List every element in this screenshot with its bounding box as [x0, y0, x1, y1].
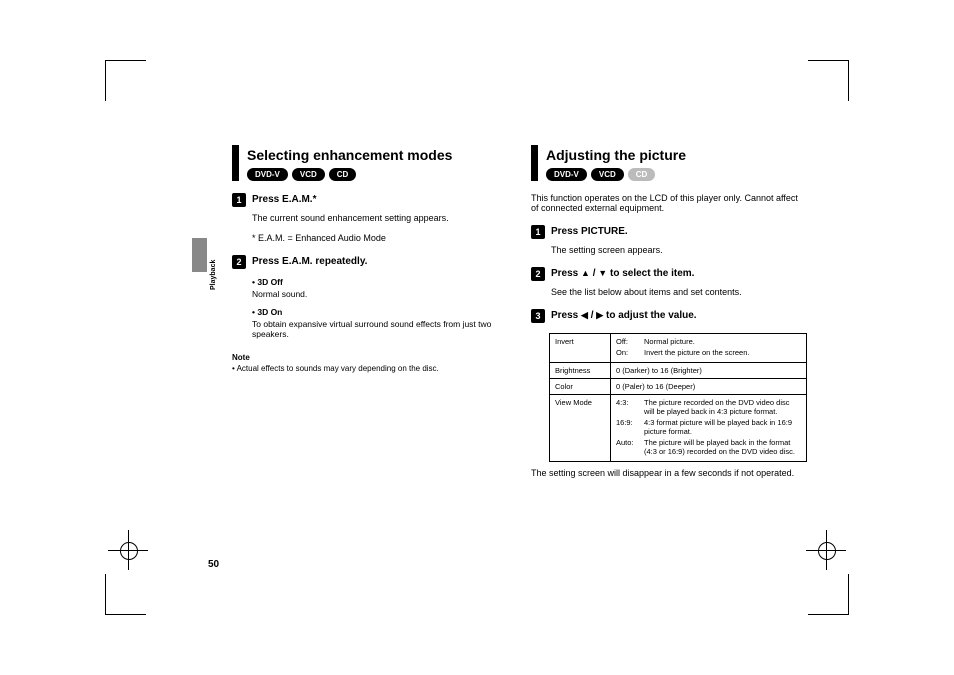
crop-mark-icon [808, 60, 849, 101]
table-key: Brightness [550, 363, 611, 379]
manual-page: Playback Selecting enhancement modes DVD… [0, 0, 954, 675]
intro-text: This function operates on the LCD of thi… [531, 193, 807, 213]
table-value: 0 (Paler) to 16 (Deeper) [611, 379, 807, 395]
step-number-icon: 1 [531, 225, 545, 239]
section-label: Playback [210, 260, 217, 290]
step-text: The current sound enhancement setting ap… [252, 213, 501, 223]
bullet-text: To obtain expansive virtual surround sou… [252, 319, 501, 339]
table-value: 4:3:The picture recorded on the DVD vide… [611, 395, 807, 462]
footnote-text: * E.A.M. = Enhanced Audio Mode [252, 233, 501, 243]
left-column: Selecting enhancement modes DVD-V VCD CD… [232, 145, 501, 478]
registration-mark-icon [118, 540, 138, 560]
step-heading: Press E.A.M.* [252, 193, 316, 205]
step-number-icon: 3 [531, 309, 545, 323]
right-arrow-icon: ▶ [596, 310, 603, 321]
crop-mark-icon [105, 60, 146, 101]
format-badge: VCD [591, 168, 624, 181]
crop-mark-icon [105, 574, 146, 615]
table-value: 0 (Darker) to 16 (Brighter) [611, 363, 807, 379]
settings-table: Invert Off:Normal picture. On:Invert the… [549, 333, 807, 462]
step-text: The setting screen appears. [551, 245, 807, 255]
bullet-heading: • 3D On [252, 307, 501, 317]
section-tab [192, 238, 207, 272]
format-badge: DVD-V [546, 168, 587, 181]
left-arrow-icon: ◀ [581, 310, 588, 321]
bullet-text: Normal sound. [252, 289, 501, 299]
note-text: • Actual effects to sounds may vary depe… [232, 364, 501, 373]
table-key: View Mode [550, 395, 611, 462]
table-key: Invert [550, 334, 611, 363]
closing-text: The setting screen will disappear in a f… [531, 468, 807, 478]
section-bar-icon [232, 145, 239, 181]
table-value: Off:Normal picture. On:Invert the pictur… [611, 334, 807, 363]
step-heading: Press E.A.M. repeatedly. [252, 255, 367, 267]
step-heading: Press ◀ / ▶ to adjust the value. [551, 309, 697, 321]
page-number: 50 [208, 559, 219, 570]
step-text: See the list below about items and set c… [551, 287, 807, 297]
right-column: Adjusting the picture DVD-V VCD CD This … [531, 145, 807, 478]
step-number-icon: 1 [232, 193, 246, 207]
format-badge: CD [329, 168, 357, 181]
note-heading: Note [232, 353, 501, 362]
bullet-heading: • 3D Off [252, 277, 501, 287]
step-number-icon: 2 [531, 267, 545, 281]
format-badge: VCD [292, 168, 325, 181]
step-heading: Press ▲ / ▼ to select the item. [551, 267, 694, 279]
up-arrow-icon: ▲ [581, 268, 590, 278]
crop-mark-icon [808, 574, 849, 615]
section-bar-icon [531, 145, 538, 181]
table-key: Color [550, 379, 611, 395]
down-arrow-icon: ▼ [598, 268, 607, 278]
format-badge: DVD-V [247, 168, 288, 181]
format-badge-disabled: CD [628, 168, 656, 181]
section-title: Selecting enhancement modes [247, 145, 452, 163]
step-number-icon: 2 [232, 255, 246, 269]
registration-mark-icon [816, 540, 836, 560]
step-heading: Press PICTURE. [551, 225, 628, 237]
section-title: Adjusting the picture [546, 145, 686, 163]
